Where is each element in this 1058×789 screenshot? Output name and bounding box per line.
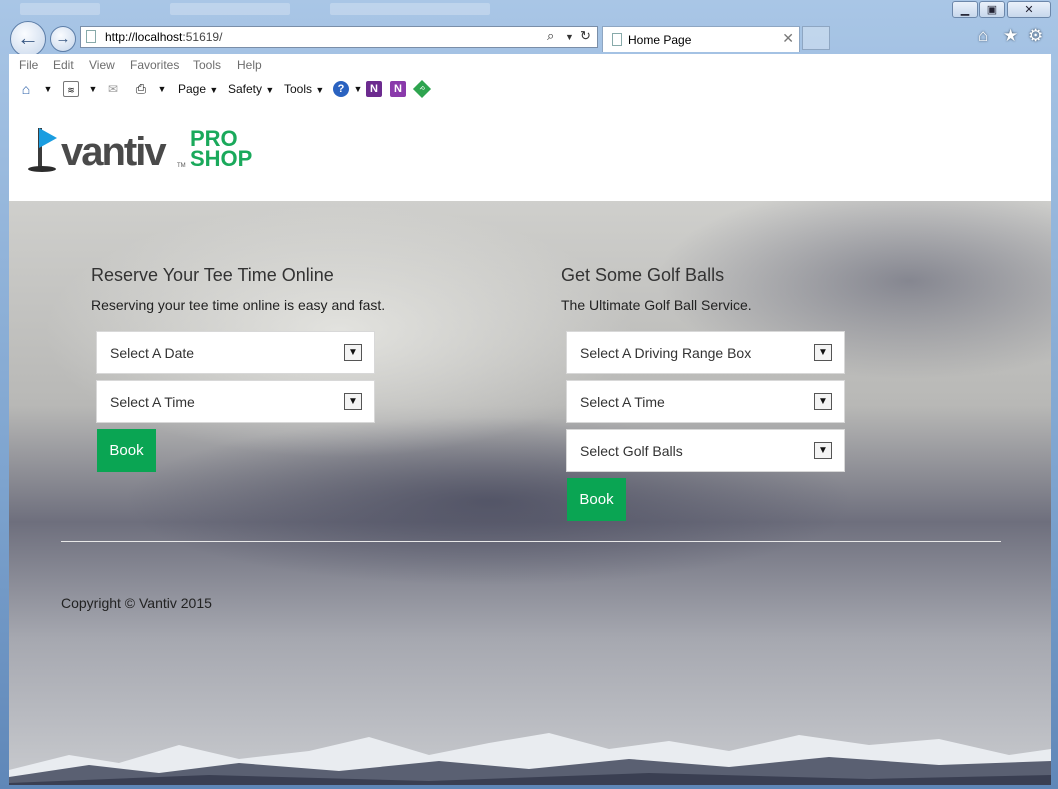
- gear-icon[interactable]: ⚙: [1028, 26, 1043, 46]
- golf-balls-heading: Get Some Golf Balls: [561, 265, 725, 285]
- logo-brand-text: vantiv: [61, 130, 167, 174]
- logo-flag-base: [28, 166, 56, 172]
- chevron-down-icon: ▼: [814, 393, 832, 410]
- menu-file[interactable]: File: [19, 58, 38, 72]
- select-driving-range-box-label: Select A Driving Range Box: [580, 345, 752, 361]
- rss-feed-icon[interactable]: ≋: [63, 81, 79, 97]
- copyright-text: Copyright © Vantiv 2015: [61, 595, 212, 611]
- select-ball-time-label: Select A Time: [580, 394, 665, 410]
- select-ball-time-dropdown[interactable]: Select A Time ▼: [566, 380, 845, 423]
- search-icon[interactable]: ⌕: [547, 28, 554, 44]
- menu-edit[interactable]: Edit: [53, 58, 74, 72]
- print-icon[interactable]: ⎙: [133, 81, 149, 97]
- help-icon[interactable]: ?: [333, 81, 349, 97]
- dropdown-caret-icon: ▼: [209, 85, 219, 95]
- logo-pro-shop: PRO SHOP: [190, 128, 253, 171]
- address-url-host: http://localhost: [105, 30, 183, 44]
- tab-close-icon[interactable]: ✕: [782, 30, 794, 47]
- page-menu-label: Page: [178, 82, 207, 96]
- golf-flag-icon: [39, 128, 57, 148]
- mountain-range-image: [9, 733, 1051, 785]
- home-icon[interactable]: ⌂: [18, 81, 34, 97]
- home-icon[interactable]: ⌂: [978, 26, 988, 46]
- logo-trademark: TM: [177, 163, 186, 169]
- menu-bar: File Edit View Favorites Tools Help: [9, 54, 1051, 76]
- page-menu-button[interactable]: Page ▼: [178, 82, 218, 96]
- book-tee-time-button[interactable]: Book: [97, 429, 156, 472]
- chevron-down-icon: ▼: [344, 393, 362, 410]
- dropdown-caret-icon: ▼: [265, 85, 275, 95]
- dropdown-caret-icon[interactable]: ▼: [40, 81, 56, 97]
- dropdown-caret-icon[interactable]: ▼: [565, 32, 574, 42]
- forward-arrow-icon: →: [55, 30, 71, 47]
- tee-time-heading: Reserve Your Tee Time Online: [91, 265, 334, 285]
- dropdown-caret-icon[interactable]: ▼: [350, 81, 366, 97]
- dropdown-caret-icon[interactable]: ▼: [154, 81, 170, 97]
- vantiv-pro-shop-logo[interactable]: vantiv TM PRO SHOP: [27, 126, 287, 176]
- site-header: vantiv TM PRO SHOP: [9, 104, 1051, 201]
- chevron-down-icon: ▼: [814, 344, 832, 361]
- footer-divider: [61, 541, 1001, 542]
- golf-balls-subtitle: The Ultimate Golf Ball Service.: [561, 297, 752, 313]
- title-bar-ghost: [20, 3, 100, 15]
- page-icon: [612, 33, 622, 46]
- mail-icon[interactable]: ✉: [105, 81, 121, 97]
- command-bar: ⌂ ▼ ≋ ▼ ✉ ⎙ ▼ Page ▼ Safety ▼ Tools ▼ ? …: [9, 76, 1051, 105]
- onenote-icon[interactable]: N: [390, 81, 406, 97]
- select-time-dropdown[interactable]: Select A Time ▼: [96, 380, 375, 423]
- hero-section: Reserve Your Tee Time Online Reserving y…: [9, 201, 1051, 785]
- dropdown-caret-icon[interactable]: ▼: [85, 81, 101, 97]
- chevron-down-icon: ▼: [344, 344, 362, 361]
- tools-menu-button[interactable]: Tools ▼: [284, 82, 324, 96]
- address-url[interactable]: http://localhost:51619/: [105, 30, 222, 44]
- menu-help[interactable]: Help: [237, 58, 262, 72]
- title-bar-ghost: [170, 3, 290, 15]
- title-bar: ▁ ▣ ✕: [0, 0, 1058, 24]
- select-golf-balls-dropdown[interactable]: Select Golf Balls ▼: [566, 429, 845, 472]
- menu-view[interactable]: View: [89, 58, 115, 72]
- back-arrow-icon: ←: [17, 25, 39, 50]
- title-bar-ghost: [330, 3, 490, 15]
- address-url-rest: :51619/: [182, 30, 223, 44]
- chevron-down-icon: ▼: [814, 442, 832, 459]
- refresh-icon[interactable]: ↻: [580, 28, 591, 44]
- book-golf-balls-button[interactable]: Book: [567, 478, 626, 521]
- tools-menu-label: Tools: [284, 82, 313, 96]
- dropdown-caret-icon: ▼: [315, 85, 325, 95]
- back-button[interactable]: ←: [10, 21, 46, 57]
- menu-favorites[interactable]: Favorites: [130, 58, 179, 72]
- onenote-send-icon[interactable]: N: [366, 81, 382, 97]
- new-tab-button[interactable]: [802, 26, 830, 50]
- tab-home-page[interactable]: Home Page ✕: [602, 26, 800, 52]
- forward-button[interactable]: →: [50, 26, 76, 52]
- select-date-dropdown[interactable]: Select A Date ▼: [96, 331, 375, 374]
- favorites-star-icon[interactable]: ★: [1003, 26, 1018, 46]
- maximize-button[interactable]: ▣: [979, 1, 1005, 18]
- select-golf-balls-label: Select Golf Balls: [580, 443, 683, 459]
- tab-title: Home Page: [628, 33, 692, 47]
- address-bar[interactable]: http://localhost:51619/ ⌕ ▼ ↻: [80, 26, 598, 48]
- logo-shop-text: SHOP: [190, 146, 253, 171]
- minimize-button[interactable]: ▁: [952, 1, 978, 18]
- browser-window: ▁ ▣ ✕ ← → http://localhost:51619/ ⌕ ▼ ↻ …: [0, 0, 1058, 789]
- addon-diamond-icon[interactable]: P: [412, 79, 432, 99]
- page-icon: [86, 30, 96, 43]
- select-time-label: Select A Time: [110, 394, 195, 410]
- select-date-label: Select A Date: [110, 345, 195, 361]
- safety-menu-button[interactable]: Safety ▼: [228, 82, 274, 96]
- tee-time-subtitle: Reserving your tee time online is easy a…: [91, 297, 386, 313]
- select-driving-range-box-dropdown[interactable]: Select A Driving Range Box ▼: [566, 331, 845, 374]
- safety-menu-label: Safety: [228, 82, 263, 96]
- page-content: vantiv TM PRO SHOP Reserve Your Tee Time …: [9, 104, 1051, 785]
- menu-tools[interactable]: Tools: [193, 58, 221, 72]
- close-window-button[interactable]: ✕: [1007, 1, 1051, 18]
